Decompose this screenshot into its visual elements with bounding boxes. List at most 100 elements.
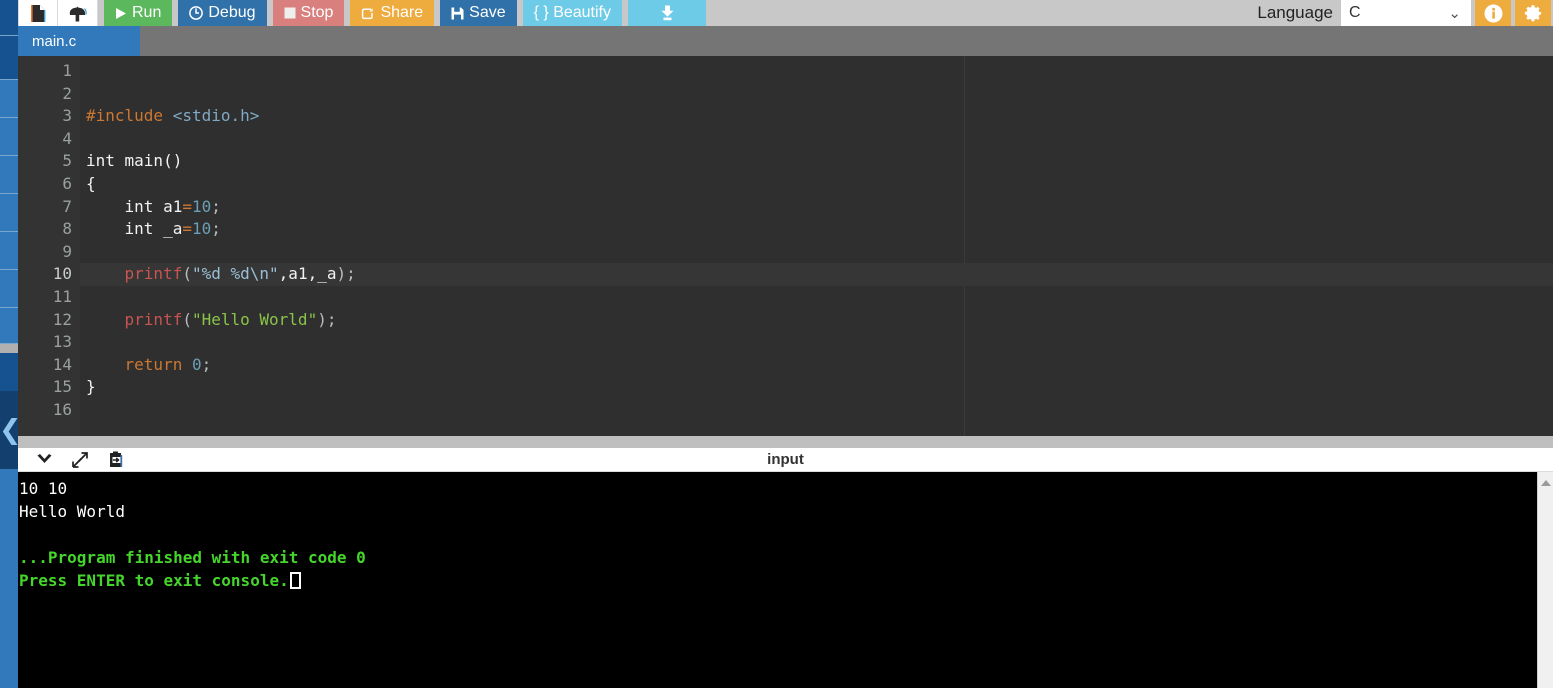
console-scrollbar[interactable]	[1537, 472, 1553, 688]
code-line[interactable]: int main()	[80, 150, 1553, 173]
language-select[interactable]: C ⌄	[1341, 0, 1471, 26]
code-line[interactable]	[80, 128, 1553, 151]
code-line[interactable]: }	[80, 376, 1553, 399]
line-number: 7	[62, 196, 72, 216]
download-button[interactable]	[628, 0, 706, 26]
code-line[interactable]	[80, 399, 1553, 422]
chevron-down-icon	[36, 453, 53, 466]
code-line[interactable]: #include <stdio.h>	[80, 105, 1553, 128]
share-icon	[361, 6, 375, 20]
rail-segment[interactable]	[0, 36, 18, 80]
file-icon-group	[18, 0, 98, 26]
rail-segment[interactable]	[0, 118, 18, 156]
rail-segment[interactable]	[0, 469, 18, 688]
rail-segment[interactable]	[0, 232, 18, 270]
rail-segment[interactable]	[0, 308, 18, 344]
rail-segment[interactable]	[0, 156, 18, 194]
code-token: ;	[201, 354, 212, 374]
beautify-button-label: { } Beautify	[533, 4, 611, 21]
code-token: printf	[86, 264, 183, 284]
console-line: ...Program finished with exit code 0	[19, 548, 366, 567]
line-number: 13	[52, 332, 72, 352]
new-file-icon	[30, 4, 46, 23]
code-editor[interactable]: 1 2 3 4 5 6 7 8 9 10 11 12 13 14 15 16 #include <stdio.…	[18, 56, 1553, 436]
editor-tabstrip: main.c	[18, 26, 1553, 56]
left-side-rail[interactable]: ❮	[0, 0, 22, 688]
code-line[interactable]: int a1=10;	[80, 196, 1553, 219]
code-token: =	[182, 196, 192, 216]
stop-square-icon	[284, 7, 296, 19]
code-token: {	[86, 173, 96, 193]
expand-console-button[interactable]	[70, 450, 90, 470]
console-cursor	[289, 572, 301, 589]
line-number: 4	[62, 128, 72, 148]
line-number: 8	[62, 219, 72, 239]
rail-segment[interactable]	[0, 270, 18, 308]
console-resize-bar[interactable]	[18, 436, 1553, 448]
code-line[interactable]	[80, 83, 1553, 106]
chevron-left-icon: ❮	[0, 414, 22, 446]
stop-button-label: Stop	[300, 4, 334, 21]
code-line[interactable]	[80, 331, 1553, 354]
debug-button[interactable]: Debug	[178, 0, 267, 26]
toolbar-right-group: Language C ⌄	[1257, 0, 1553, 26]
code-token: ,a1,_a	[278, 264, 337, 284]
gear-icon	[1524, 4, 1543, 23]
code-line[interactable]: printf("Hello World");	[80, 309, 1553, 332]
rail-segment[interactable]	[0, 80, 18, 118]
new-file-button[interactable]	[18, 0, 58, 26]
code-area[interactable]: #include <stdio.h> int main(){ int a1=10…	[80, 56, 1553, 436]
info-button[interactable]	[1475, 0, 1511, 26]
line-number: 14	[52, 354, 72, 374]
debug-button-label: Debug	[208, 4, 256, 21]
upload-file-button[interactable]	[58, 0, 98, 26]
chevron-down-icon: ⌄	[1448, 5, 1461, 22]
code-token: 10	[191, 219, 212, 239]
language-select-value: C	[1349, 4, 1361, 21]
code-token: }	[86, 377, 96, 397]
code-token: );	[317, 309, 337, 329]
line-number: 2	[62, 83, 72, 103]
code-line[interactable]	[80, 241, 1553, 264]
scroll-up-arrow-icon[interactable]	[1541, 480, 1551, 486]
code-line[interactable]	[80, 286, 1553, 309]
line-number: 5	[62, 151, 72, 171]
code-line[interactable]: int _a=10;	[80, 218, 1553, 241]
stop-button[interactable]: Stop	[272, 0, 345, 26]
code-token: return	[86, 354, 192, 374]
share-button[interactable]: Share	[350, 0, 435, 26]
run-button-label: Run	[132, 4, 162, 21]
settings-button[interactable]	[1515, 0, 1551, 26]
code-token: #include	[86, 106, 173, 126]
rail-segment[interactable]	[0, 194, 18, 232]
console-line: Press ENTER to exit console.	[18, 569, 1537, 592]
run-button[interactable]: Run	[104, 0, 173, 26]
code-token: "Hello World"	[191, 309, 318, 329]
rail-divider	[0, 344, 18, 353]
rail-collapse-button[interactable]: ❮	[0, 391, 22, 469]
tab-main-c[interactable]: main.c	[18, 26, 140, 56]
code-token: "%d %d\n"	[191, 264, 279, 284]
save-button[interactable]: Save	[440, 0, 517, 26]
code-token: ;	[211, 196, 221, 216]
rail-segment[interactable]	[0, 0, 18, 36]
line-number: 16	[52, 399, 72, 419]
code-token: );	[336, 264, 356, 284]
code-token: <stdio.h>	[172, 106, 260, 126]
paste-console-button[interactable]	[106, 450, 126, 470]
beautify-button[interactable]: { } Beautify	[522, 0, 622, 26]
code-line[interactable]: return 0;	[80, 354, 1553, 377]
paste-clipboard-icon	[108, 451, 124, 468]
code-line[interactable]: {	[80, 173, 1553, 196]
code-line[interactable]	[80, 60, 1553, 83]
code-token: int main()	[86, 151, 183, 171]
collapse-console-button[interactable]	[34, 450, 54, 470]
tab-label: main.c	[32, 32, 77, 50]
console-output[interactable]: 10 10 Hello World ...Program finished wit…	[18, 472, 1537, 688]
share-button-label: Share	[380, 4, 424, 21]
rail-segment[interactable]	[0, 353, 18, 391]
line-number: 15	[52, 377, 72, 397]
console-tool-group	[18, 450, 126, 470]
code-line[interactable]: printf("%d %d\n",a1,_a);	[80, 263, 1553, 286]
